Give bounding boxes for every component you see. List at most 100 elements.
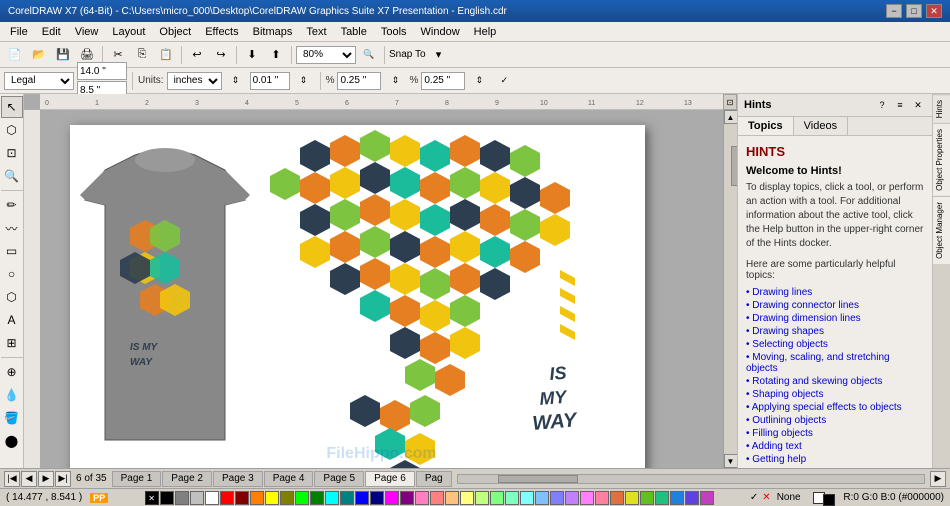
menu-view[interactable]: View: [69, 24, 105, 40]
close-button[interactable]: ✕: [926, 4, 942, 18]
color-swatch-30[interactable]: [610, 491, 624, 505]
zoom-dropdown[interactable]: 80% 100% 50%: [296, 46, 356, 64]
color-swatch-33[interactable]: [655, 491, 669, 505]
units-arrows[interactable]: ⇕: [225, 70, 247, 92]
color-swatch-23[interactable]: [505, 491, 519, 505]
menu-window[interactable]: Window: [415, 24, 466, 40]
color-swatch-36[interactable]: [700, 491, 714, 505]
color-swatch-19[interactable]: [445, 491, 459, 505]
y-arrows[interactable]: ⇕: [468, 70, 490, 92]
scroll-right-button[interactable]: ▶: [930, 471, 946, 487]
no-color-swatch[interactable]: ✕: [145, 491, 159, 505]
page-last-button[interactable]: ▶|: [55, 471, 71, 487]
hint-link-8[interactable]: • Applying special effects to objects: [746, 402, 924, 413]
scroll-down-button[interactable]: ▼: [724, 454, 738, 468]
zoom-tool[interactable]: 🔍: [1, 165, 23, 187]
ellipse-tool[interactable]: ○: [1, 263, 23, 285]
redo-button[interactable]: ↪: [210, 44, 232, 66]
outline-color-swatch[interactable]: [823, 494, 835, 506]
select-tool[interactable]: ↖: [1, 96, 23, 118]
color-swatch-6[interactable]: [250, 491, 264, 505]
color-swatch-7[interactable]: [265, 491, 279, 505]
undo-button[interactable]: ↩: [186, 44, 208, 66]
hint-link-5[interactable]: • Moving, scaling, and stretching object…: [746, 352, 924, 374]
menu-edit[interactable]: Edit: [36, 24, 67, 40]
eyedropper-tool[interactable]: 💧: [1, 384, 23, 406]
color-swatch-24[interactable]: [520, 491, 534, 505]
paste-button[interactable]: 📋: [155, 44, 177, 66]
color-swatch-9[interactable]: [295, 491, 309, 505]
apply-button[interactable]: ✓: [493, 70, 515, 92]
hint-link-1[interactable]: • Drawing connector lines: [746, 300, 924, 311]
side-tab-object-properties[interactable]: Object Properties: [933, 123, 950, 196]
page-tab-3[interactable]: Page 3: [213, 471, 263, 487]
hint-link-9[interactable]: • Outlining objects: [746, 415, 924, 426]
units-selector[interactable]: inches mm cm px: [167, 72, 222, 90]
increment-arrows[interactable]: ⇕: [293, 70, 315, 92]
color-swatch-12[interactable]: [340, 491, 354, 505]
side-tab-hints[interactable]: Hints: [933, 94, 950, 123]
fill-tool[interactable]: 🪣: [1, 407, 23, 429]
page-tab-more[interactable]: Pag: [416, 471, 452, 487]
color-swatch-5[interactable]: [235, 491, 249, 505]
maximize-button[interactable]: □: [906, 4, 922, 18]
color-swatch-4[interactable]: [220, 491, 234, 505]
color-swatch-26[interactable]: [550, 491, 564, 505]
export-button[interactable]: ⬆: [265, 44, 287, 66]
menu-object[interactable]: Object: [153, 24, 197, 40]
side-tab-object-manager[interactable]: Object Manager: [933, 196, 950, 264]
menu-help[interactable]: Help: [468, 24, 503, 40]
color-swatch-8[interactable]: [280, 491, 294, 505]
font-selector[interactable]: Legal: [4, 72, 74, 90]
color-swatch-32[interactable]: [640, 491, 654, 505]
color-swatch-16[interactable]: [400, 491, 414, 505]
panel-toggle-button[interactable]: ⊡: [723, 94, 737, 110]
page-tab-4[interactable]: Page 4: [264, 471, 314, 487]
page-tab-6[interactable]: Page 6: [365, 471, 415, 487]
color-swatch-28[interactable]: [580, 491, 594, 505]
menu-bitmaps[interactable]: Bitmaps: [247, 24, 299, 40]
page-width-input[interactable]: [77, 62, 127, 80]
hint-link-3[interactable]: • Drawing shapes: [746, 326, 924, 337]
color-swatch-29[interactable]: [595, 491, 609, 505]
polygon-tool[interactable]: ⬡: [1, 286, 23, 308]
smart-draw-tool[interactable]: 〰: [1, 217, 23, 239]
page-prev-button[interactable]: ◀: [21, 471, 37, 487]
menu-tools[interactable]: Tools: [375, 24, 413, 40]
rectangle-tool[interactable]: ▭: [1, 240, 23, 262]
color-swatch-31[interactable]: [625, 491, 639, 505]
import-button[interactable]: ⬇: [241, 44, 263, 66]
snap-dropdown-button[interactable]: ▾: [428, 44, 450, 66]
smart-fill-tool[interactable]: ⬤: [1, 430, 23, 452]
open-button[interactable]: 📂: [28, 44, 50, 66]
x-size-input[interactable]: [337, 72, 381, 90]
text-tool[interactable]: A: [1, 309, 23, 331]
hint-link-6[interactable]: • Rotating and skewing objects: [746, 376, 924, 387]
color-swatch-34[interactable]: [670, 491, 684, 505]
hint-link-0[interactable]: • Drawing lines: [746, 287, 924, 298]
page-tab-1[interactable]: Page 1: [112, 471, 162, 487]
freehand-tool[interactable]: ✏: [1, 194, 23, 216]
color-swatch-10[interactable]: [310, 491, 324, 505]
menu-text[interactable]: Text: [300, 24, 332, 40]
scroll-up-button[interactable]: ▲: [724, 110, 738, 124]
zoom-out-button[interactable]: 🔍: [358, 44, 380, 66]
scroll-thumb[interactable]: [731, 146, 738, 186]
hint-link-12[interactable]: • Getting help: [746, 454, 924, 465]
table-tool[interactable]: ⊞: [1, 332, 23, 354]
color-swatch-20[interactable]: [460, 491, 474, 505]
crop-tool[interactable]: ⊡: [1, 142, 23, 164]
color-swatch-22[interactable]: [490, 491, 504, 505]
menu-effects[interactable]: Effects: [199, 24, 244, 40]
y-size-input[interactable]: [421, 72, 465, 90]
color-swatch-18[interactable]: [430, 491, 444, 505]
hscroll-thumb[interactable]: [498, 475, 578, 483]
menu-table[interactable]: Table: [335, 24, 373, 40]
color-swatch-35[interactable]: [685, 491, 699, 505]
minimize-button[interactable]: −: [886, 4, 902, 18]
color-swatch-0[interactable]: [160, 491, 174, 505]
page-tab-2[interactable]: Page 2: [162, 471, 212, 487]
hint-link-7[interactable]: • Shaping objects: [746, 389, 924, 400]
color-swatch-17[interactable]: [415, 491, 429, 505]
panel-help-button[interactable]: ?: [874, 97, 890, 113]
